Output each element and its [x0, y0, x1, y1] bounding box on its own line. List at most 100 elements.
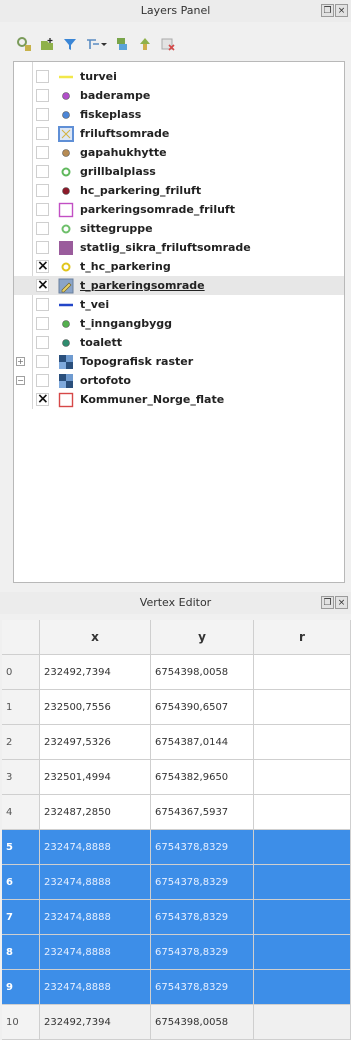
row-number[interactable]: 0 — [2, 655, 40, 690]
vertex-cell-x[interactable]: 232487,2850 — [40, 795, 151, 830]
layer-visibility-checkbox[interactable]: × — [36, 259, 49, 273]
vertex-cell-r[interactable] — [254, 760, 351, 795]
row-number[interactable]: 7 — [2, 900, 40, 935]
layer-item[interactable]: friluftsomrade — [14, 124, 344, 143]
layer-visibility-checkbox[interactable]: × — [36, 392, 49, 406]
vertex-cell-x[interactable]: 232474,8888 — [40, 865, 151, 900]
column-header-r[interactable]: r — [254, 620, 351, 655]
layer-item[interactable]: statlig_sikra_friluftsomrade — [14, 238, 344, 257]
vertex-cell-r[interactable] — [254, 690, 351, 725]
vertex-cell-x[interactable]: 232492,7394 — [40, 1005, 151, 1040]
layer-item[interactable]: gapahukhytte — [14, 143, 344, 162]
row-number[interactable]: 3 — [2, 760, 40, 795]
layer-visibility-checkbox[interactable] — [36, 317, 49, 330]
layer-item[interactable]: grillbalplass — [14, 162, 344, 181]
vertex-cell-y[interactable]: 6754382,9650 — [151, 760, 254, 795]
layer-visibility-checkbox[interactable] — [36, 298, 49, 311]
layer-visibility-checkbox[interactable] — [36, 89, 49, 102]
vertex-cell-y[interactable]: 6754378,8329 — [151, 935, 254, 970]
row-number[interactable]: 1 — [2, 690, 40, 725]
layer-visibility-checkbox[interactable] — [36, 355, 49, 368]
vertex-close-button[interactable]: × — [335, 596, 348, 609]
vertex-cell-x[interactable]: 232497,5326 — [40, 725, 151, 760]
close-panel-button[interactable]: × — [335, 4, 348, 17]
vertex-cell-r[interactable] — [254, 795, 351, 830]
style-manager-icon[interactable] — [16, 36, 32, 52]
vertex-cell-y[interactable]: 6754378,8329 — [151, 970, 254, 1005]
vertex-cell-x[interactable]: 232501,4994 — [40, 760, 151, 795]
vertex-cell-y[interactable]: 6754398,0058 — [151, 1005, 254, 1040]
layer-visibility-checkbox[interactable] — [36, 127, 49, 140]
column-header-x[interactable]: x — [40, 620, 151, 655]
layer-visibility-checkbox[interactable] — [36, 165, 49, 178]
layers-tree[interactable]: turvei baderampe fiskeplass friluftsomrade g… — [13, 61, 345, 583]
layer-item[interactable]: sittegruppe — [14, 219, 344, 238]
layer-visibility-checkbox[interactable] — [36, 222, 49, 235]
collapse-all-icon[interactable] — [137, 36, 153, 52]
row-number[interactable]: 8 — [2, 935, 40, 970]
layer-item[interactable]: parkeringsomrade_friluft — [14, 200, 344, 219]
layer-visibility-checkbox[interactable] — [36, 241, 49, 254]
vertex-cell-r[interactable] — [254, 900, 351, 935]
filter-legend-icon[interactable] — [62, 36, 78, 52]
layer-item[interactable]: − ortofoto — [14, 371, 344, 390]
vertex-cell-x[interactable]: 232474,8888 — [40, 900, 151, 935]
vertex-cell-y[interactable]: 6754378,8329 — [151, 865, 254, 900]
row-number[interactable]: 2 — [2, 725, 40, 760]
layer-item[interactable]: fiskeplass — [14, 105, 344, 124]
layer-item[interactable]: × t_hc_parkering — [14, 257, 344, 276]
row-number[interactable]: 5 — [2, 830, 40, 865]
layer-item[interactable]: × Kommuner_Norge_flate — [14, 390, 344, 409]
row-number[interactable]: 9 — [2, 970, 40, 1005]
float-panel-button[interactable]: ❐ — [321, 4, 334, 17]
vertex-cell-y[interactable]: 6754398,0058 — [151, 655, 254, 690]
vertex-cell-x[interactable]: 232474,8888 — [40, 830, 151, 865]
vertex-cell-x[interactable]: 232500,7556 — [40, 690, 151, 725]
layer-visibility-checkbox[interactable]: × — [36, 278, 49, 292]
vertex-cell-x[interactable]: 232492,7394 — [40, 655, 151, 690]
vertex-cell-y[interactable]: 6754387,0144 — [151, 725, 254, 760]
vertex-cell-r[interactable] — [254, 1005, 351, 1040]
vertex-cell-x[interactable]: 232474,8888 — [40, 935, 151, 970]
remove-layer-icon[interactable] — [160, 36, 176, 52]
layer-visibility-checkbox[interactable] — [36, 70, 49, 83]
layer-item[interactable]: × t_parkeringsomrade — [14, 276, 344, 295]
vertex-cell-r[interactable] — [254, 865, 351, 900]
layer-item[interactable]: toalett — [14, 333, 344, 352]
layer-item[interactable]: baderampe — [14, 86, 344, 105]
vertex-cell-y[interactable]: 6754367,5937 — [151, 795, 254, 830]
layer-item[interactable]: turvei — [14, 67, 344, 86]
layer-visibility-checkbox[interactable] — [36, 108, 49, 121]
vertex-cell-x[interactable]: 232474,8888 — [40, 970, 151, 1005]
vertex-cell-y[interactable]: 6754378,8329 — [151, 900, 254, 935]
row-number[interactable]: 4 — [2, 795, 40, 830]
layer-visibility-checkbox[interactable] — [36, 336, 49, 349]
add-group-icon[interactable] — [39, 36, 55, 52]
layer-item[interactable]: t_vei — [14, 295, 344, 314]
layer-visibility-checkbox[interactable] — [36, 184, 49, 197]
vertex-cell-y[interactable]: 6754390,6507 — [151, 690, 254, 725]
vertex-table[interactable]: x y r 0 232492,7394 6754398,0058 1 232500,7556 6… — [2, 620, 351, 1040]
row-number[interactable]: 6 — [2, 865, 40, 900]
vertex-cell-r[interactable] — [254, 830, 351, 865]
vertex-cell-r[interactable] — [254, 935, 351, 970]
layer-item[interactable]: t_inngangbygg — [14, 314, 344, 333]
layers-panel-titlebar[interactable]: Layers Panel ❐ × — [0, 0, 351, 22]
layer-visibility-checkbox[interactable] — [36, 146, 49, 159]
layer-item[interactable]: + Topografisk raster — [14, 352, 344, 371]
vertex-cell-r[interactable] — [254, 725, 351, 760]
vertex-cell-r[interactable] — [254, 970, 351, 1005]
filter-by-expression-icon[interactable] — [85, 36, 107, 52]
column-header-y[interactable]: y — [151, 620, 254, 655]
row-number[interactable]: 10 — [2, 1005, 40, 1040]
vertex-editor-titlebar[interactable]: Vertex Editor ❐ × — [0, 592, 351, 614]
layer-visibility-checkbox[interactable] — [36, 374, 49, 387]
vertex-float-button[interactable]: ❐ — [321, 596, 334, 609]
collapse-layer-icon[interactable]: − — [16, 376, 25, 385]
layer-visibility-checkbox[interactable] — [36, 203, 49, 216]
vertex-cell-r[interactable] — [254, 655, 351, 690]
expand-layer-icon[interactable]: + — [16, 357, 25, 366]
vertex-cell-y[interactable]: 6754378,8329 — [151, 830, 254, 865]
layer-item[interactable]: hc_parkering_friluft — [14, 181, 344, 200]
expand-all-icon[interactable] — [114, 36, 130, 52]
